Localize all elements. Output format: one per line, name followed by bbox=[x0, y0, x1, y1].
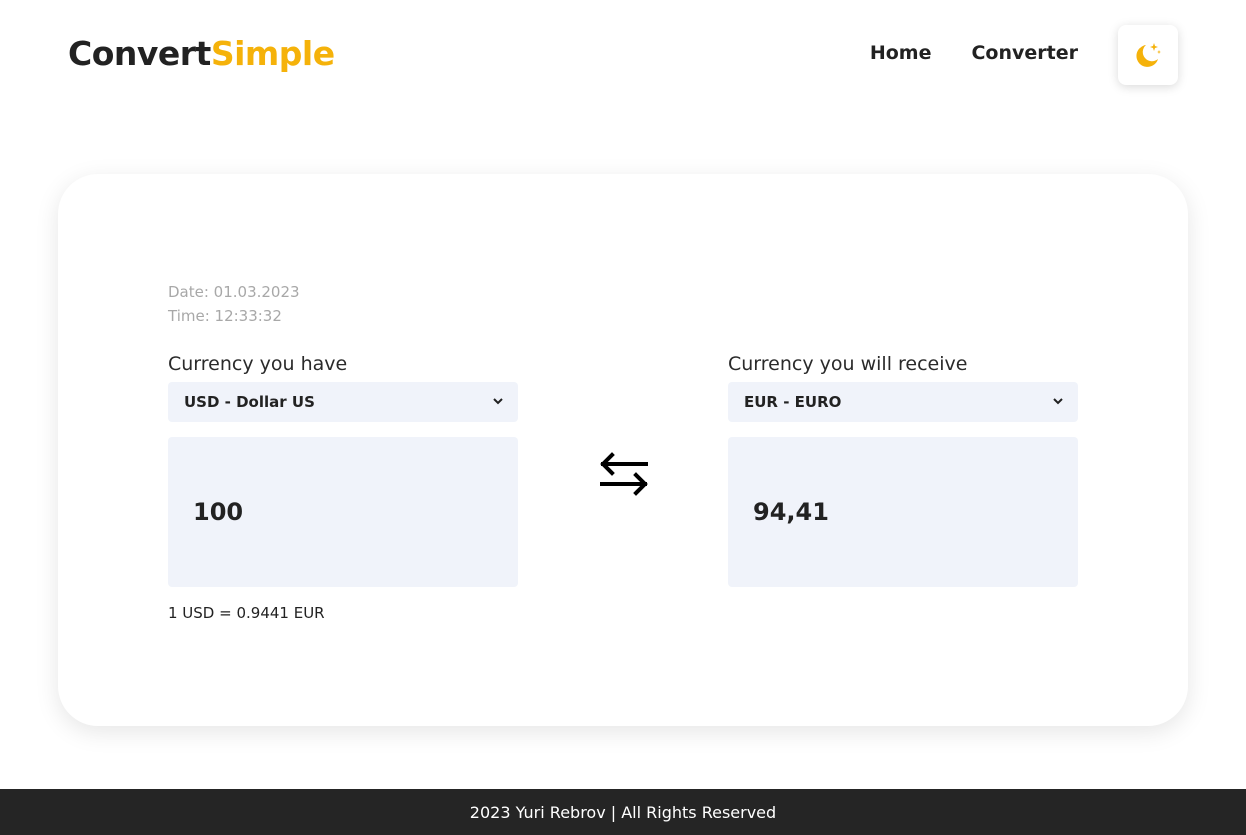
from-currency-value: USD - Dollar US bbox=[184, 393, 315, 411]
to-column: Currency you will receive EUR - EURO 94,… bbox=[728, 350, 1078, 587]
logo-text-convert: Convert bbox=[68, 34, 211, 73]
converter-card: Date: 01.03.2023 Time: 12:33:32 Currency… bbox=[58, 174, 1188, 726]
from-label: Currency you have bbox=[168, 353, 348, 375]
from-currency-select[interactable]: USD - Dollar US bbox=[168, 382, 518, 422]
logo-text-simple: Simple bbox=[210, 34, 335, 73]
header: ConvertSimple Home Converter bbox=[0, 0, 1246, 110]
time-text: Time: 12:33:32 bbox=[168, 307, 282, 325]
page: ConvertSimple Home Converter Date: 01.03… bbox=[0, 0, 1246, 835]
from-amount-input[interactable]: 100 bbox=[168, 437, 518, 587]
moon-stars-icon bbox=[1136, 43, 1161, 67]
to-label: Currency you will receive bbox=[728, 353, 968, 375]
to-amount-output[interactable]: 94,41 bbox=[728, 437, 1078, 587]
chevron-down-icon bbox=[1053, 398, 1063, 405]
main-nav: Home Converter bbox=[870, 42, 1078, 64]
footer-text: 2023 Yuri Rebrov | All Rights Reserved bbox=[469, 802, 777, 822]
to-currency-value: EUR - EURO bbox=[744, 393, 842, 411]
from-column: Currency you have USD - Dollar US 100 bbox=[168, 350, 518, 587]
nav-home-link[interactable]: Home bbox=[870, 42, 932, 64]
exchange-rate: 1 USD = 0.9441 EUR bbox=[168, 604, 325, 622]
to-amount-value: 94,41 bbox=[753, 498, 829, 526]
swap-arrows-icon bbox=[600, 452, 648, 496]
chevron-down-icon bbox=[493, 398, 503, 405]
swap-button[interactable] bbox=[598, 450, 650, 502]
timestamp: Date: 01.03.2023 Time: 12:33:32 bbox=[168, 280, 300, 328]
date-text: Date: 01.03.2023 bbox=[168, 283, 300, 301]
nav-converter-link[interactable]: Converter bbox=[971, 42, 1078, 64]
to-currency-select[interactable]: EUR - EURO bbox=[728, 382, 1078, 422]
theme-toggle-button[interactable] bbox=[1118, 25, 1178, 85]
from-amount-value: 100 bbox=[193, 498, 244, 526]
logo[interactable]: ConvertSimple bbox=[68, 34, 335, 73]
footer: 2023 Yuri Rebrov | All Rights Reserved bbox=[0, 789, 1246, 835]
